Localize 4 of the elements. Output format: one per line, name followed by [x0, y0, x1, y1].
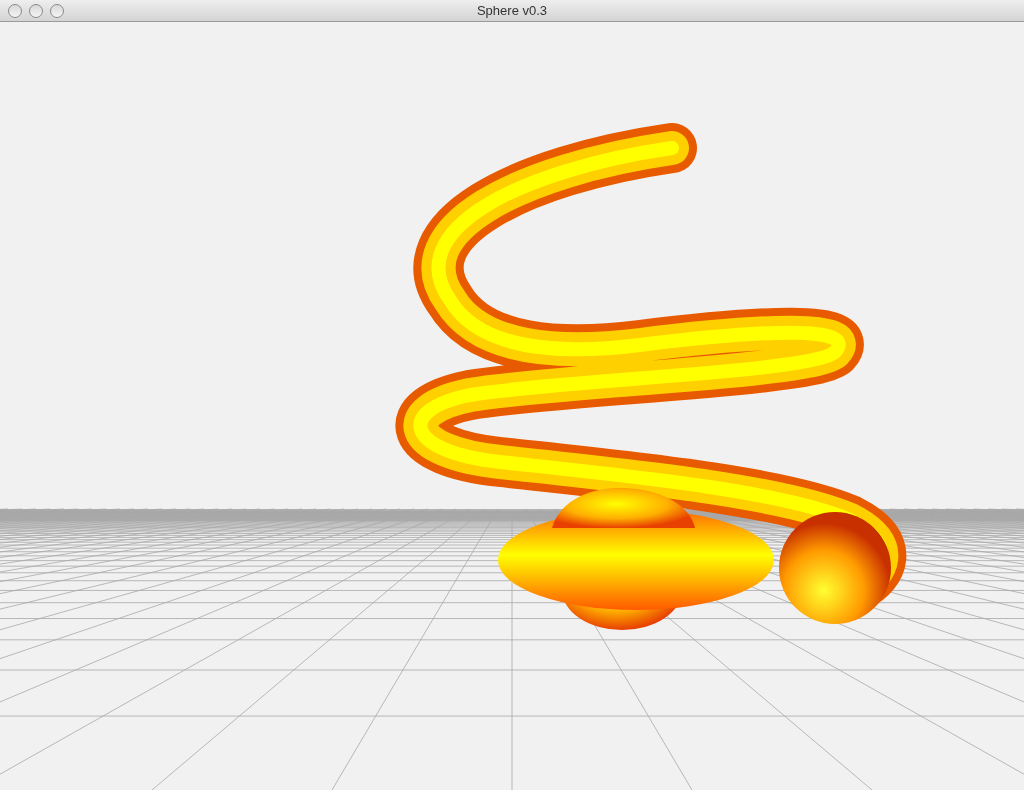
window-title: Sphere v0.3 — [476, 1, 548, 20]
zoom-button[interactable] — [50, 4, 64, 18]
minimize-button[interactable] — [29, 4, 43, 18]
close-button[interactable] — [8, 4, 22, 18]
